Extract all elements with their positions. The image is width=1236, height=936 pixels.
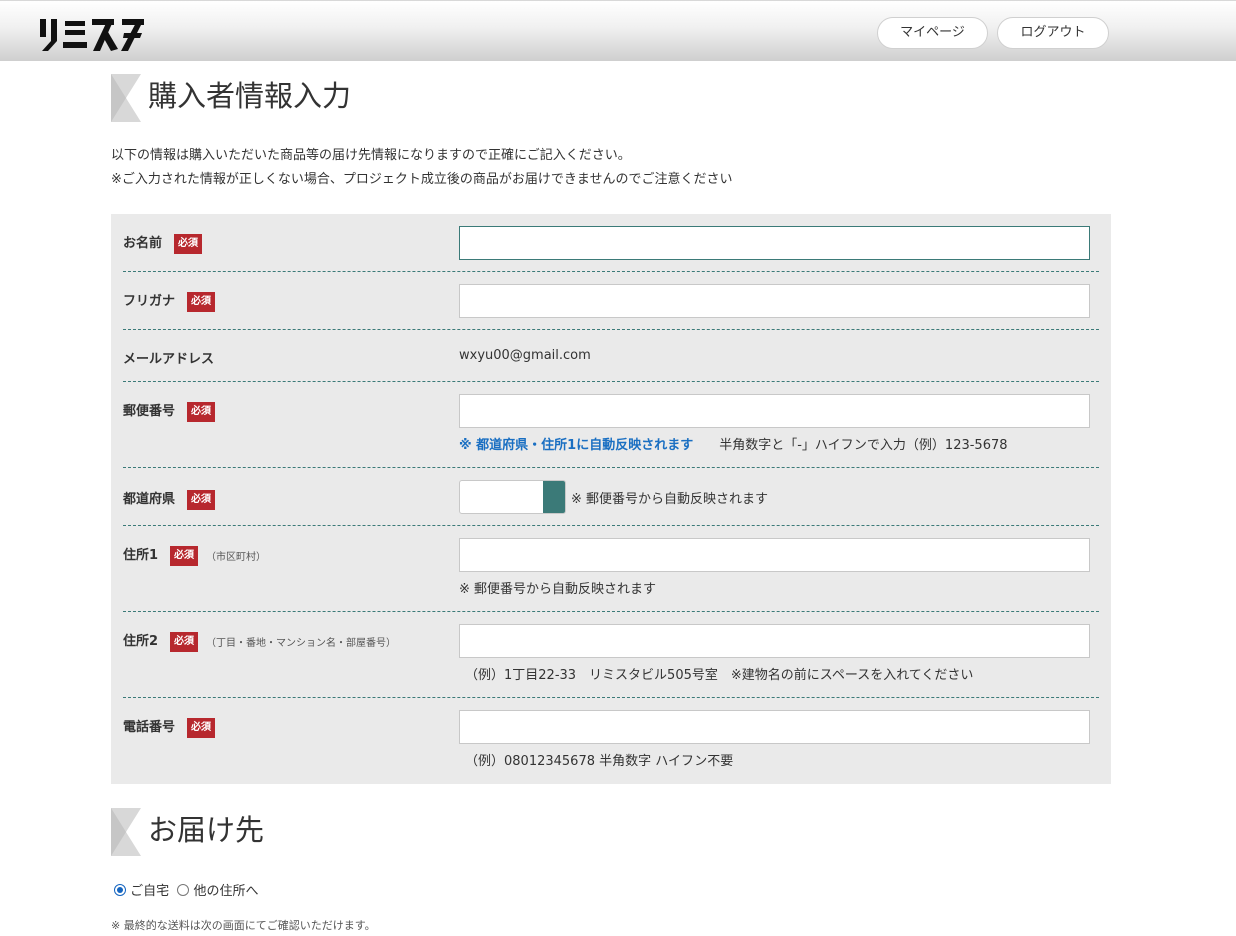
postal-label: 郵便番号 (123, 404, 176, 419)
select-arrow-icon (543, 481, 565, 513)
form-row-prefecture: 都道府県 必須 ※ 郵便番号から自動反映されます (123, 468, 1099, 526)
logout-button[interactable]: ログアウト (997, 17, 1109, 49)
intro-line-2: ※ご入力された情報が正しくない場合、プロジェクト成立後の商品がお届けできませんの… (111, 172, 733, 187)
address2-note: （丁目・番地・マンション名・部屋番号） (206, 638, 397, 649)
delivery-options: ご自宅 他の住所へ (114, 880, 258, 899)
name-label: お名前 (123, 236, 163, 251)
required-badge: 必須 (174, 233, 203, 254)
intro-text: 以下の情報は購入いただいた商品等の届け先情報になりますので正確にご記入ください。… (111, 144, 733, 192)
buyer-info-form: お名前 必須 フリガナ 必須 メールアドレス wxyu00@gmail.com 郵便… (111, 214, 1111, 784)
phone-input[interactable] (459, 710, 1090, 744)
postal-hint: ※ 都道府県・住所1に自動反映されます 半角数字と「-」ハイフンで入力（例）12… (459, 434, 1008, 453)
page-title: 購入者情報入力 (148, 79, 352, 113)
radio-home-label[interactable]: ご自宅 (130, 884, 169, 899)
name-input[interactable] (459, 226, 1090, 260)
furigana-input[interactable] (459, 284, 1090, 318)
form-row-address2: 住所2 必須 （丁目・番地・マンション名・部屋番号） （例）1丁目22-33 リミス… (123, 612, 1099, 698)
address1-hint: ※ 郵便番号から自動反映されます (459, 582, 657, 597)
required-badge: 必須 (187, 717, 216, 738)
address1-label: 住所1 (123, 548, 159, 563)
radio-home[interactable] (114, 884, 126, 896)
form-row-email: メールアドレス wxyu00@gmail.com (123, 330, 1099, 382)
form-row-postal: 郵便番号 必須 ※ 都道府県・住所1に自動反映されます 半角数字と「-」ハイフンで… (123, 382, 1099, 468)
intro-line-1: 以下の情報は購入いただいた商品等の届け先情報になりますので正確にご記入ください。 (111, 148, 631, 163)
required-badge: 必須 (187, 489, 216, 510)
radio-other-address[interactable] (177, 884, 190, 896)
form-row-address1: 住所1 必須 （市区町村） ※ 郵便番号から自動反映されます (123, 526, 1099, 612)
radio-other-label[interactable]: 他の住所へ (193, 884, 258, 899)
site-logo[interactable] (38, 15, 148, 53)
required-badge: 必須 (187, 401, 216, 422)
address2-label: 住所2 (123, 634, 159, 649)
heading-deco-icon (111, 74, 141, 122)
form-row-name: お名前 必須 (123, 214, 1099, 272)
email-label: メールアドレス (123, 352, 215, 367)
postal-code-input[interactable] (459, 394, 1090, 428)
furigana-label: フリガナ (123, 294, 176, 309)
phone-label: 電話番号 (123, 720, 176, 735)
mypage-button[interactable]: マイページ (877, 17, 988, 49)
required-badge: 必須 (170, 545, 199, 566)
top-header: マイページ ログアウト (0, 0, 1236, 61)
address2-hint: （例）1丁目22-33 リミスタビル505号室 ※建物名の前にスペースを入れてく… (465, 668, 974, 683)
prefecture-label: 都道府県 (123, 492, 176, 507)
phone-hint: （例）08012345678 半角数字 ハイフン不要 (465, 754, 734, 769)
required-badge: 必須 (170, 631, 199, 652)
email-value: wxyu00@gmail.com (459, 348, 591, 363)
address1-input[interactable] (459, 538, 1090, 572)
delivery-title: お届け先 (148, 813, 265, 847)
address1-note: （市区町村） (206, 552, 267, 563)
heading-deco-icon (111, 808, 141, 856)
postal-hint-format: 半角数字と「-」ハイフンで入力（例）123-5678 (719, 438, 1008, 453)
address2-input[interactable] (459, 624, 1090, 658)
form-row-furigana: フリガナ 必須 (123, 272, 1099, 330)
prefecture-hint: ※ 郵便番号から自動反映されます (571, 492, 769, 507)
prefecture-select[interactable] (459, 480, 566, 514)
required-badge: 必須 (187, 291, 216, 312)
postal-hint-autofill: ※ 都道府県・住所1に自動反映されます (459, 438, 694, 453)
form-row-phone: 電話番号 必須 （例）08012345678 半角数字 ハイフン不要 (123, 698, 1099, 784)
shipping-note: ※ 最終的な送料は次の画面にてご確認いただけます。 (111, 919, 376, 932)
